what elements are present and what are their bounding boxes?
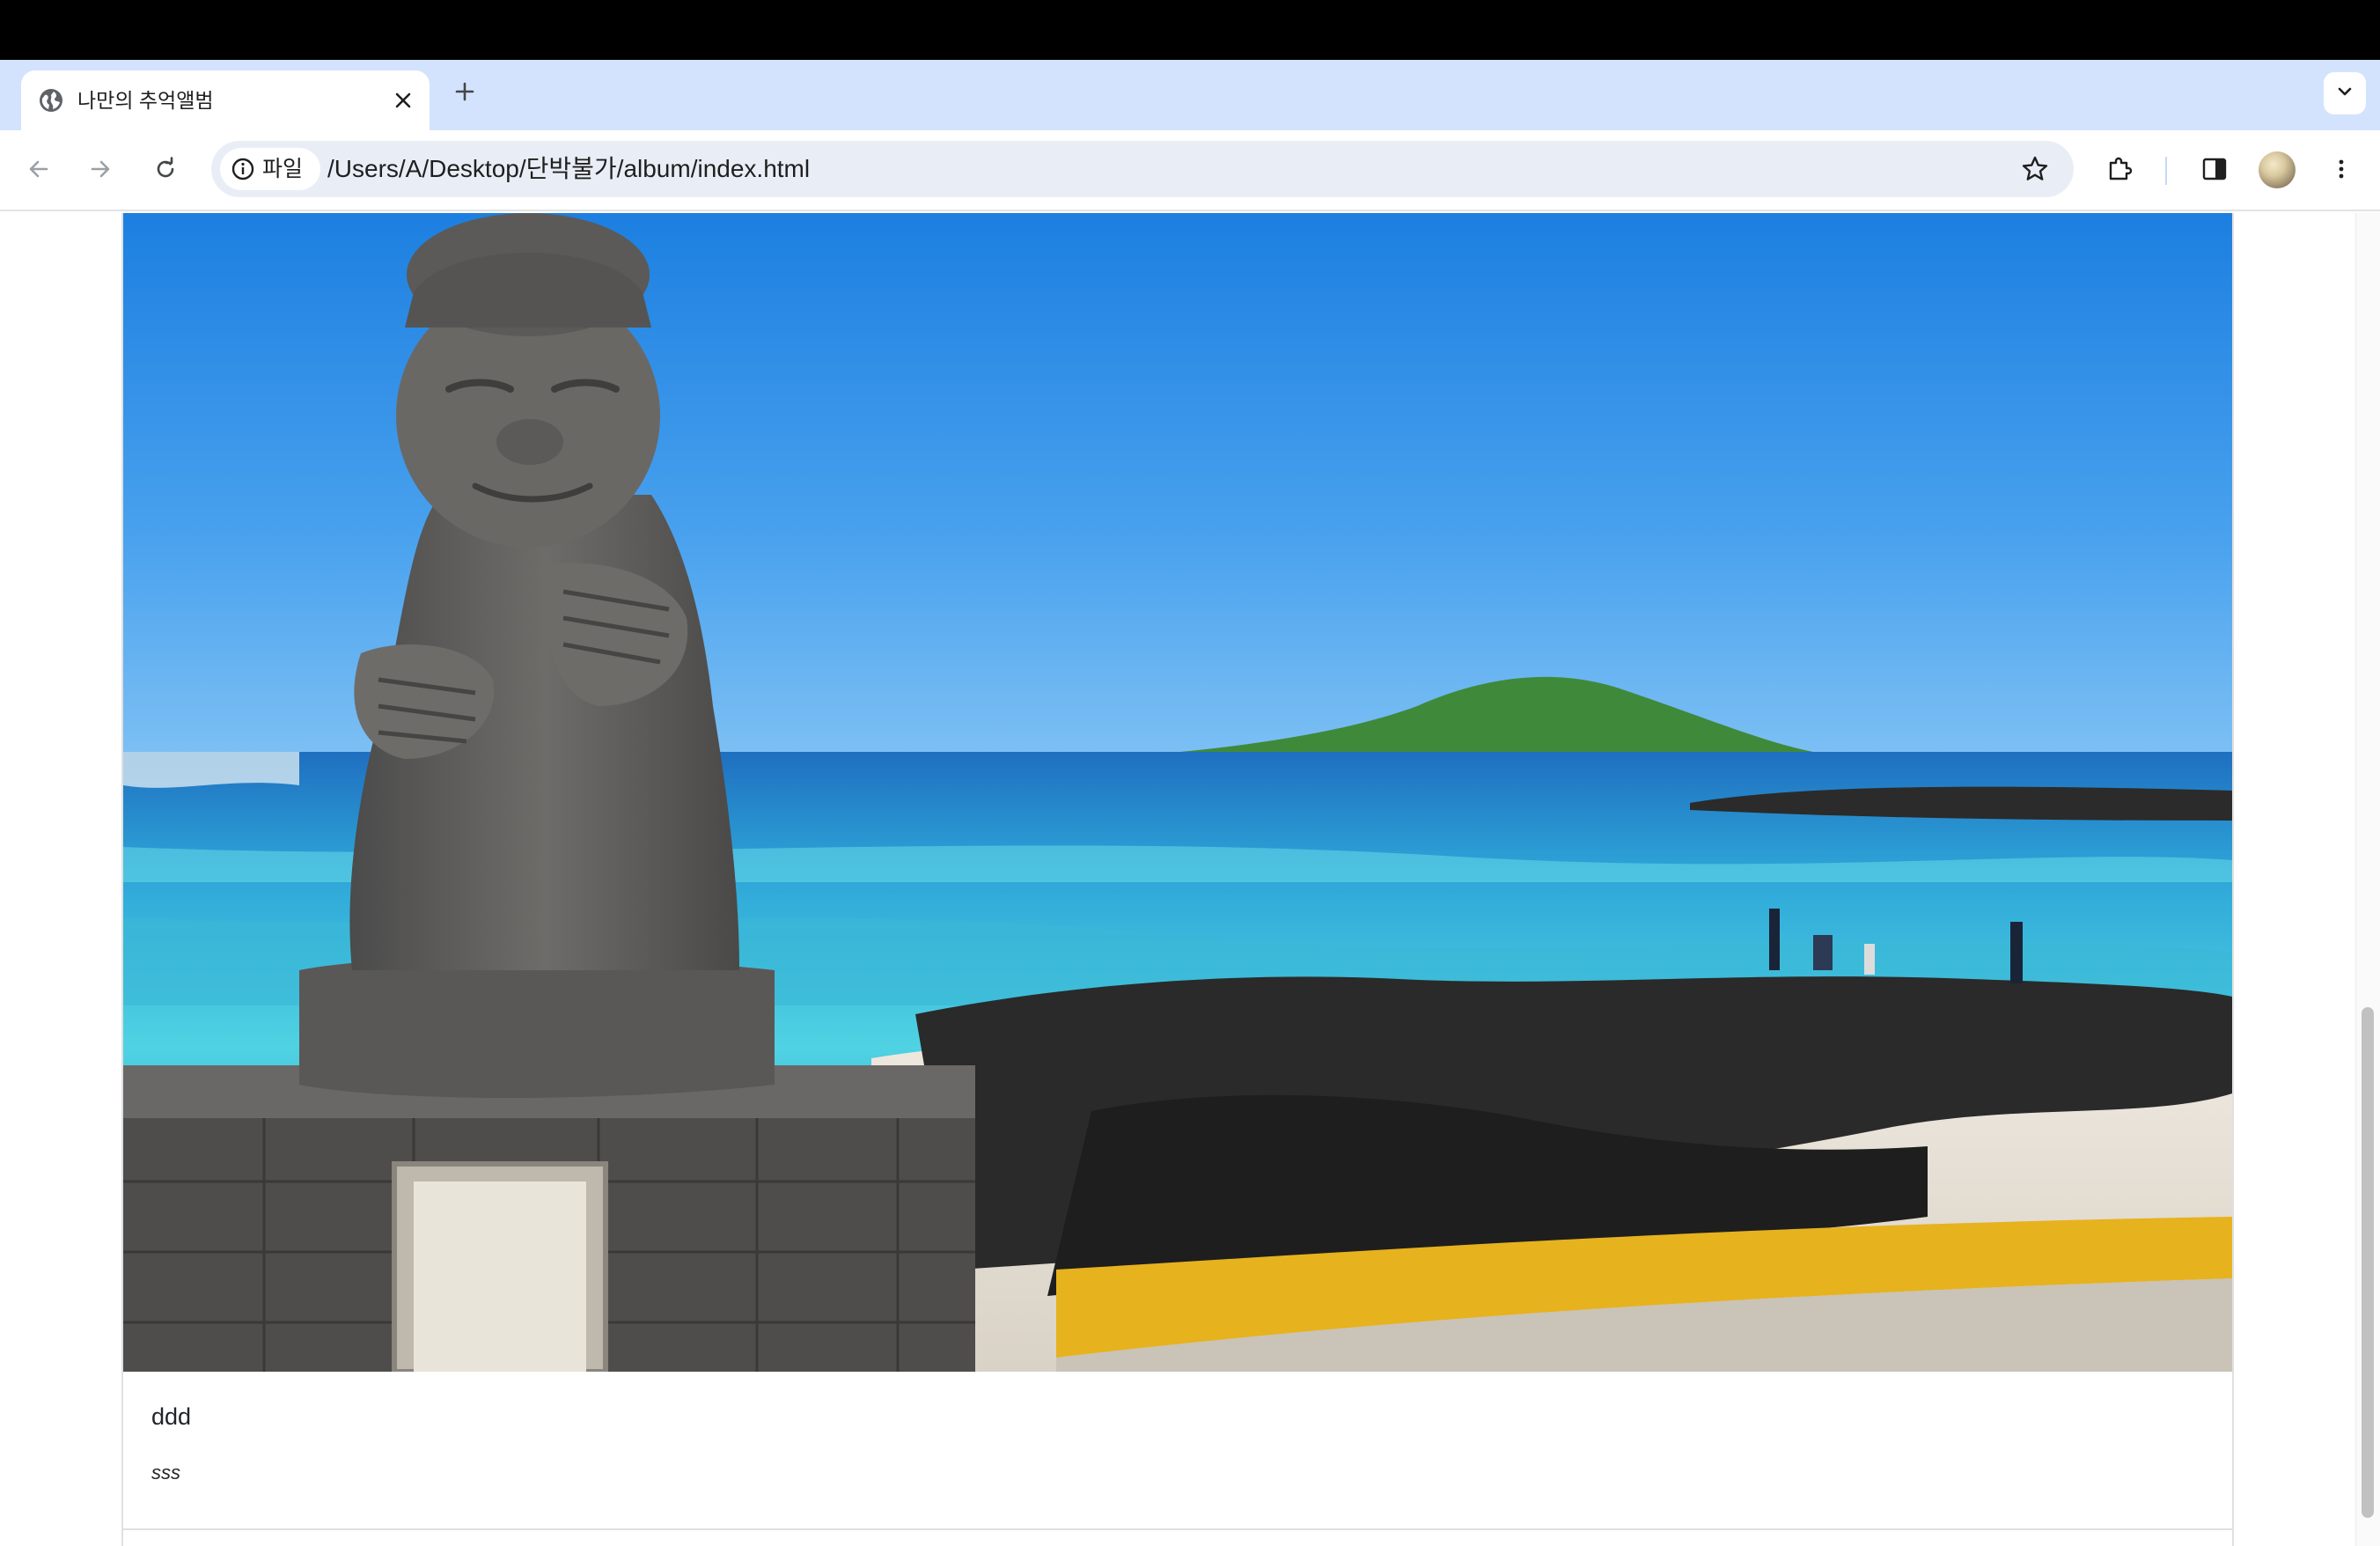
arrow-left-icon (26, 157, 51, 186)
tab-strip: 나만의 추억앨범 (0, 60, 2380, 130)
url-text[interactable]: /Users/A/Desktop/단박불가/album/index.html (327, 141, 810, 197)
reload-icon (153, 156, 178, 186)
page-content: ddd sss (0, 213, 2380, 1546)
more-menu-button[interactable] (2320, 150, 2362, 192)
tab-search-button[interactable] (2324, 72, 2366, 114)
card-body: ddd sss (123, 1372, 2232, 1530)
reload-button[interactable] (144, 150, 187, 192)
chevron-down-icon (2335, 82, 2354, 106)
side-panel-icon (2201, 156, 2228, 187)
album-photo[interactable] (123, 213, 2232, 1372)
browser-toolbar: 파일 /Users/A/Desktop/단박불가/album/index.htm… (0, 130, 2380, 211)
address-bar[interactable]: 파일 /Users/A/Desktop/단박불가/album/index.htm… (211, 141, 2074, 197)
browser-window: 나만의 추억앨범 파일 /Users/A/Desktop/단박불가/album/… (0, 0, 2380, 1546)
new-tab-button[interactable] (447, 76, 482, 111)
more-vert-icon (2329, 157, 2354, 186)
extensions-button[interactable] (2098, 150, 2141, 192)
card-text: sss (151, 1461, 180, 1483)
side-panel-button[interactable] (2193, 150, 2236, 192)
os-top-bar (0, 0, 2380, 60)
info-icon (231, 157, 255, 181)
plus-icon (454, 81, 475, 107)
page-scrollbar[interactable] (2355, 213, 2380, 1546)
site-info-label: 파일 (262, 157, 304, 181)
scrollbar-thumb[interactable] (2362, 1007, 2374, 1518)
forward-button[interactable] (79, 150, 121, 192)
star-icon[interactable] (2014, 148, 2056, 190)
card-title: ddd (151, 1403, 192, 1430)
avatar[interactable] (2259, 151, 2296, 188)
tab-active[interactable]: 나만의 추억앨범 (21, 70, 430, 130)
close-icon[interactable] (389, 86, 417, 114)
back-button[interactable] (18, 150, 60, 192)
album-card: ddd sss (121, 213, 2234, 1546)
tab-title: 나만의 추억앨범 (77, 89, 214, 112)
toolbar-separator (2165, 157, 2167, 185)
globe-icon (37, 86, 65, 114)
extensions-icon (2105, 155, 2134, 188)
arrow-right-icon (88, 157, 113, 186)
